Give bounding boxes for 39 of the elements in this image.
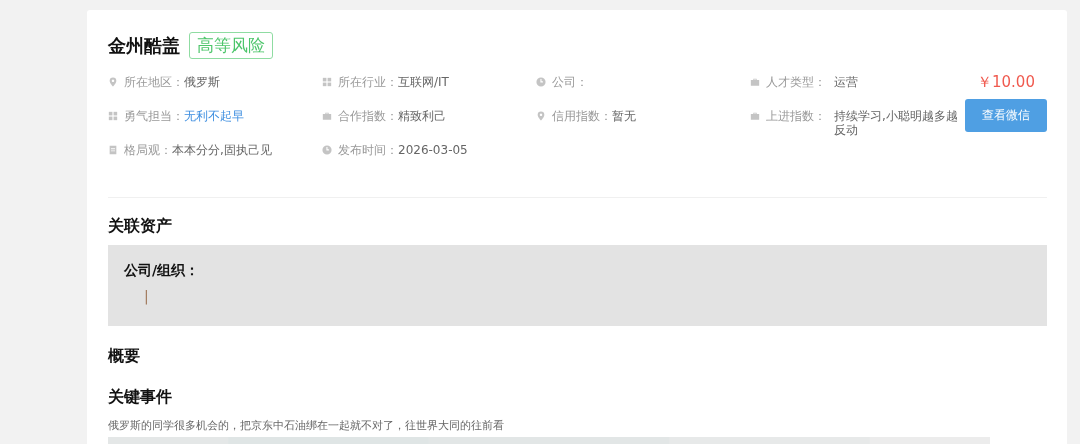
briefcase-icon bbox=[750, 77, 760, 87]
field-label: 合作指数： bbox=[338, 109, 398, 123]
risk-tag: 高等风险 bbox=[189, 32, 273, 59]
location-pin-icon bbox=[108, 77, 118, 87]
field-value: 俄罗斯 bbox=[184, 75, 220, 89]
field-value: 互联网/IT bbox=[398, 75, 449, 89]
section-heading: 关联资产 bbox=[108, 216, 173, 237]
grid-icon bbox=[108, 111, 118, 121]
event-description: 俄罗斯的同学很多机会的，把京东中石油绑在一起就不对了，往世界大同的往前看 bbox=[108, 418, 505, 433]
field-label: 公司： bbox=[552, 75, 588, 89]
field-label: 所在行业： bbox=[338, 75, 398, 89]
field-value: 运营 bbox=[834, 75, 859, 89]
asset-label: 公司/组织： bbox=[124, 262, 201, 280]
briefcase-icon bbox=[750, 111, 760, 121]
field-label: 所在地区： bbox=[124, 75, 184, 89]
field-label: 人才类型： bbox=[766, 75, 827, 89]
location-pin-icon bbox=[536, 111, 546, 121]
field-value: 本本分分,固执己见 bbox=[172, 143, 272, 157]
price: ￥10.00 bbox=[977, 73, 1035, 92]
clock-icon bbox=[322, 145, 332, 155]
view-wechat-button[interactable]: 查看微信 bbox=[965, 99, 1047, 132]
briefcase-icon bbox=[322, 111, 332, 121]
field-label: 勇气担当： bbox=[124, 109, 184, 123]
field-label: 上进指数： bbox=[766, 109, 827, 123]
clipboard-icon bbox=[108, 145, 118, 155]
field-label: 发布时间： bbox=[338, 143, 398, 157]
section-heading: 关键事件 bbox=[108, 387, 173, 408]
field-value: 2026-03-05 bbox=[398, 143, 468, 157]
field-label: 信用指数： bbox=[552, 109, 612, 123]
section-heading: 概要 bbox=[108, 346, 141, 367]
grid-icon bbox=[322, 77, 332, 87]
field-label: 格局观： bbox=[124, 143, 172, 157]
field-value: 精致利己 bbox=[398, 109, 446, 123]
field-value: 暂无 bbox=[612, 109, 636, 123]
clock-icon bbox=[536, 77, 546, 87]
field-value: 持续学习,小聪明越多越反动 bbox=[834, 109, 959, 137]
list-marker: | bbox=[144, 288, 149, 304]
profile-title: 金州酷盖 bbox=[108, 33, 180, 58]
field-link[interactable]: 无利不起早 bbox=[184, 109, 244, 123]
